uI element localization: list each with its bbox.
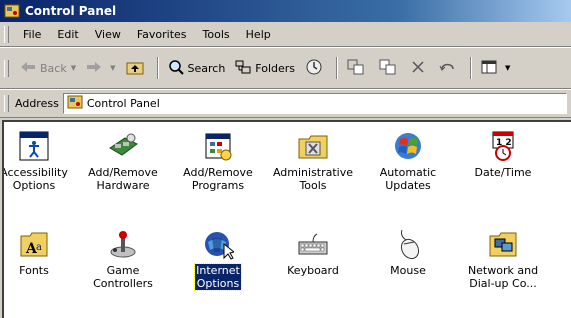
content-pane: Accessibility Options Add/Remove Hardware … [2,120,571,318]
internet-icon [202,228,236,260]
menu-favorites[interactable]: Favorites [129,25,195,45]
history-icon [305,58,323,79]
search-label: Search [187,61,226,75]
copy-to-icon [379,59,397,78]
delete-button[interactable] [406,55,434,81]
item-date-time[interactable]: 1 2 Date/Time [456,130,550,179]
admin-tools-icon [297,130,329,162]
menu-file[interactable]: File [15,25,49,45]
control-panel-icon [4,3,20,19]
item-fonts[interactable]: Aa Fonts [4,228,81,277]
title-bar[interactable]: Control Panel [0,0,571,22]
menu-edit[interactable]: Edit [49,25,86,45]
back-label: Back [40,61,67,75]
item-label: Game Controllers [93,264,153,290]
menu-bar: File Edit View Favorites Tools Help [0,23,571,47]
address-label: Address [15,97,59,110]
copy-to-button[interactable] [374,55,406,81]
mouse-icon [392,228,424,260]
up-button[interactable] [121,55,153,81]
addressbar-grip[interactable] [4,95,9,112]
address-bar: Address Control Panel [0,90,571,118]
network-icon [487,228,519,260]
move-to-icon [347,59,365,78]
item-label: Add/Remove Programs [183,166,253,192]
back-button[interactable]: Back ▼ [15,55,81,81]
item-accessibility-options[interactable]: Accessibility Options [2,130,81,192]
item-label: Automatic Updates [379,166,437,192]
toolbar-separator [156,57,159,79]
forward-arrow-icon [86,61,102,76]
item-label: Network and Dial-up Co... [467,264,539,290]
move-to-button[interactable] [342,55,374,81]
menubar-grip[interactable] [4,26,9,43]
item-add-remove-hardware[interactable]: Add/Remove Hardware [76,130,170,192]
toolbar-separator [470,57,473,79]
item-game-controllers[interactable]: Game Controllers [76,228,170,290]
item-keyboard[interactable]: Keyboard [266,228,360,277]
folders-icon [235,60,251,77]
keyboard-icon [297,228,329,260]
item-internet-options[interactable]: Internet Options [171,228,265,291]
undo-button[interactable] [434,55,466,81]
toolbar-separator [336,57,339,79]
search-button[interactable]: Search [163,55,231,81]
address-input[interactable]: Control Panel [62,93,567,114]
fonts-icon: Aa [18,228,50,260]
toolbar-grip[interactable] [4,59,9,77]
folders-label: Folders [255,61,296,75]
views-icon [481,60,497,77]
accessibility-icon [18,130,50,162]
item-network-dialup[interactable]: Network and Dial-up Co... [456,228,550,290]
clock-icon: 1 2 [487,130,519,162]
back-dropdown-icon[interactable]: ▼ [71,64,76,72]
item-label: Keyboard [287,264,339,277]
control-panel-icon [67,95,83,112]
programs-icon [202,130,234,162]
address-value: Control Panel [86,97,160,110]
folders-button[interactable]: Folders [230,55,300,81]
search-icon [168,59,184,78]
item-label: Date/Time [474,166,532,179]
forward-button[interactable]: ▼ [81,55,120,81]
views-button[interactable]: ▼ [476,55,515,81]
item-add-remove-programs[interactable]: Add/Remove Programs [171,130,265,192]
back-arrow-icon [20,61,36,76]
menu-view[interactable]: View [87,25,129,45]
undo-icon [439,60,457,77]
hardware-icon [107,130,139,162]
menu-help[interactable]: Help [238,25,279,45]
item-automatic-updates[interactable]: Automatic Updates [361,130,455,192]
forward-dropdown-icon[interactable]: ▼ [110,64,115,72]
item-label: Internet Options [194,263,242,291]
item-label: Add/Remove Hardware [88,166,158,192]
icon-grid: Accessibility Options Add/Remove Hardware … [4,122,571,318]
history-button[interactable] [300,55,332,81]
views-dropdown-icon[interactable]: ▼ [505,64,510,72]
item-label: Administrative Tools [272,166,354,192]
standard-toolbar: Back ▼ ▼ Search Folders ▼ [0,48,571,89]
item-administrative-tools[interactable]: Administrative Tools [266,130,360,192]
item-label: Fonts [19,264,49,277]
item-label: Mouse [390,264,426,277]
menu-tools[interactable]: Tools [195,25,238,45]
item-mouse[interactable]: Mouse [361,228,455,277]
delete-icon [411,60,425,77]
window-title: Control Panel [25,4,117,18]
updates-icon [392,130,424,162]
up-folder-icon [126,59,144,78]
joystick-icon [107,228,139,260]
svg-text:a: a [36,242,42,253]
item-label: Accessibility Options [2,166,68,192]
